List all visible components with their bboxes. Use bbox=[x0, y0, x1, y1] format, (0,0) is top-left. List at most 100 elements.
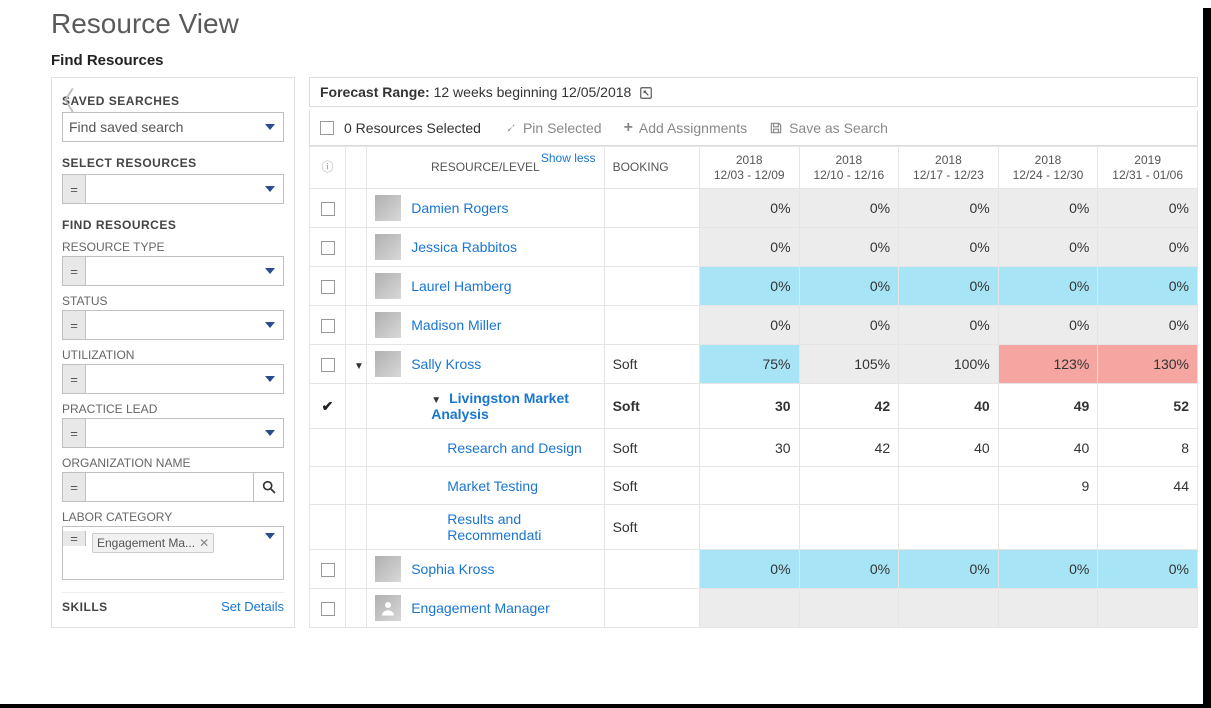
info-icon[interactable]: ⓘ bbox=[322, 160, 334, 174]
row-checkbox[interactable] bbox=[321, 602, 335, 616]
booking-header: BOOKING bbox=[604, 147, 699, 189]
table-row: Jessica Rabbitos0%0%0%0%0% bbox=[310, 228, 1198, 267]
booking-cell: Soft bbox=[604, 384, 699, 429]
week-header: 201912/31 - 01/06 bbox=[1098, 147, 1198, 189]
hours-cell bbox=[799, 467, 899, 505]
saved-searches-label: SAVED SEARCHES bbox=[62, 94, 284, 108]
caret-down-icon bbox=[257, 531, 283, 541]
edit-forecast-button[interactable] bbox=[639, 86, 653, 100]
resource-name-link[interactable]: Damien Rogers bbox=[411, 200, 508, 216]
resource-name-link[interactable]: Laurel Hamberg bbox=[411, 278, 511, 294]
hours-cell: 30 bbox=[699, 429, 799, 467]
row-selected-icon[interactable] bbox=[322, 398, 334, 414]
resource-name-link[interactable]: Jessica Rabbitos bbox=[411, 239, 517, 255]
avatar bbox=[375, 556, 401, 582]
filter-sidebar: SAVED SEARCHES Find saved search SELECT … bbox=[51, 77, 295, 628]
utilization-cell: 123% bbox=[998, 345, 1098, 384]
remove-token-icon[interactable]: ✕ bbox=[199, 536, 209, 550]
row-checkbox[interactable] bbox=[321, 202, 335, 216]
row-checkbox[interactable] bbox=[321, 563, 335, 577]
select-all-checkbox[interactable] bbox=[320, 121, 334, 135]
utilization-cell: 0% bbox=[1098, 267, 1198, 306]
utilization-cell bbox=[899, 589, 999, 628]
table-row: Market TestingSoft944 bbox=[310, 467, 1198, 505]
pin-selected-button[interactable]: Pin Selected bbox=[503, 120, 602, 136]
hours-cell bbox=[1098, 505, 1198, 550]
utilization-cell: 0% bbox=[699, 228, 799, 267]
utilization-cell: 0% bbox=[799, 306, 899, 345]
set-details-link[interactable]: Set Details bbox=[221, 599, 284, 614]
caret-down-icon bbox=[257, 419, 283, 447]
utilization-cell: 0% bbox=[899, 306, 999, 345]
avatar bbox=[375, 273, 401, 299]
forecast-range-label: Forecast Range: bbox=[320, 84, 430, 100]
avatar bbox=[375, 195, 401, 221]
utilization-cell: 0% bbox=[1098, 228, 1198, 267]
row-checkbox[interactable] bbox=[321, 280, 335, 294]
utilization-cell: 0% bbox=[1098, 189, 1198, 228]
org-name-label: ORGANIZATION NAME bbox=[62, 456, 284, 470]
task-name-link[interactable]: Research and Design bbox=[447, 440, 582, 456]
expand-toggle[interactable] bbox=[354, 356, 364, 372]
booking-cell: Soft bbox=[604, 429, 699, 467]
week-header: 201812/10 - 12/16 bbox=[799, 147, 899, 189]
hours-cell: 42 bbox=[799, 429, 899, 467]
table-row: Madison Miller0%0%0%0%0% bbox=[310, 306, 1198, 345]
booking-cell: Soft bbox=[604, 345, 699, 384]
row-checkbox[interactable] bbox=[321, 241, 335, 255]
resource-type-select[interactable] bbox=[62, 256, 284, 286]
resource-name-link[interactable]: Engagement Manager bbox=[411, 600, 550, 616]
resource-header: RESOURCE/LEVEL Show less bbox=[367, 147, 604, 189]
avatar bbox=[375, 312, 401, 338]
select-resources-select[interactable] bbox=[62, 174, 284, 204]
utilization-cell: 0% bbox=[998, 189, 1098, 228]
utilization-cell: 0% bbox=[799, 228, 899, 267]
utilization-cell: 0% bbox=[998, 306, 1098, 345]
pin-icon bbox=[503, 121, 517, 135]
booking-cell bbox=[604, 267, 699, 306]
show-less-link[interactable]: Show less bbox=[541, 151, 596, 165]
utilization-cell: 0% bbox=[998, 267, 1098, 306]
task-name-link[interactable]: Results and Recommendati bbox=[447, 511, 541, 543]
hours-cell bbox=[899, 505, 999, 550]
hours-cell bbox=[998, 505, 1098, 550]
expand-toggle[interactable] bbox=[431, 390, 441, 406]
table-row: Research and DesignSoft304240408 bbox=[310, 429, 1198, 467]
resource-name-link[interactable]: Madison Miller bbox=[411, 317, 501, 333]
org-name-input[interactable] bbox=[62, 472, 254, 502]
avatar-placeholder-icon bbox=[375, 595, 401, 621]
utilization-cell: 0% bbox=[998, 228, 1098, 267]
collapse-sidebar-icon[interactable]: 〈 bbox=[49, 81, 75, 118]
info-header: ⓘ bbox=[310, 147, 346, 189]
add-assignments-button[interactable]: + Add Assignments bbox=[624, 119, 748, 137]
labor-category-label: LABOR CATEGORY bbox=[62, 510, 284, 524]
caret-down-icon bbox=[257, 175, 283, 203]
hours-cell: 40 bbox=[899, 429, 999, 467]
resource-name-link[interactable]: Sophia Kross bbox=[411, 561, 494, 577]
labor-category-select[interactable]: Engagement Ma... ✕ bbox=[62, 526, 284, 580]
row-checkbox[interactable] bbox=[321, 319, 335, 333]
toolbar: 0 Resources Selected Pin Selected + Add … bbox=[309, 111, 1198, 146]
labor-category-token[interactable]: Engagement Ma... ✕ bbox=[92, 533, 214, 553]
status-select[interactable] bbox=[62, 310, 284, 340]
booking-cell bbox=[604, 589, 699, 628]
saved-search-select[interactable]: Find saved search bbox=[62, 112, 284, 142]
hours-cell: 44 bbox=[1098, 467, 1198, 505]
forecast-range-value: 12 weeks beginning 12/05/2018 bbox=[434, 84, 632, 100]
utilization-select[interactable] bbox=[62, 364, 284, 394]
save-as-search-button[interactable]: Save as Search bbox=[769, 120, 888, 136]
plus-icon: + bbox=[624, 119, 633, 137]
resource-name-link[interactable]: Sally Kross bbox=[411, 356, 481, 372]
booking-cell bbox=[604, 550, 699, 589]
practice-lead-select[interactable] bbox=[62, 418, 284, 448]
main-panel: Forecast Range: 12 weeks beginning 12/05… bbox=[309, 77, 1198, 628]
utilization-cell bbox=[699, 589, 799, 628]
org-search-button[interactable] bbox=[254, 472, 284, 502]
task-name-link[interactable]: Market Testing bbox=[447, 478, 538, 494]
row-checkbox[interactable] bbox=[321, 358, 335, 372]
week-header: 201812/17 - 12/23 bbox=[899, 147, 999, 189]
resource-type-label: RESOURCE TYPE bbox=[62, 240, 284, 254]
project-name-link[interactable]: Livingston Market Analysis bbox=[431, 390, 569, 422]
booking-cell bbox=[604, 228, 699, 267]
table-row: Damien Rogers0%0%0%0%0% bbox=[310, 189, 1198, 228]
